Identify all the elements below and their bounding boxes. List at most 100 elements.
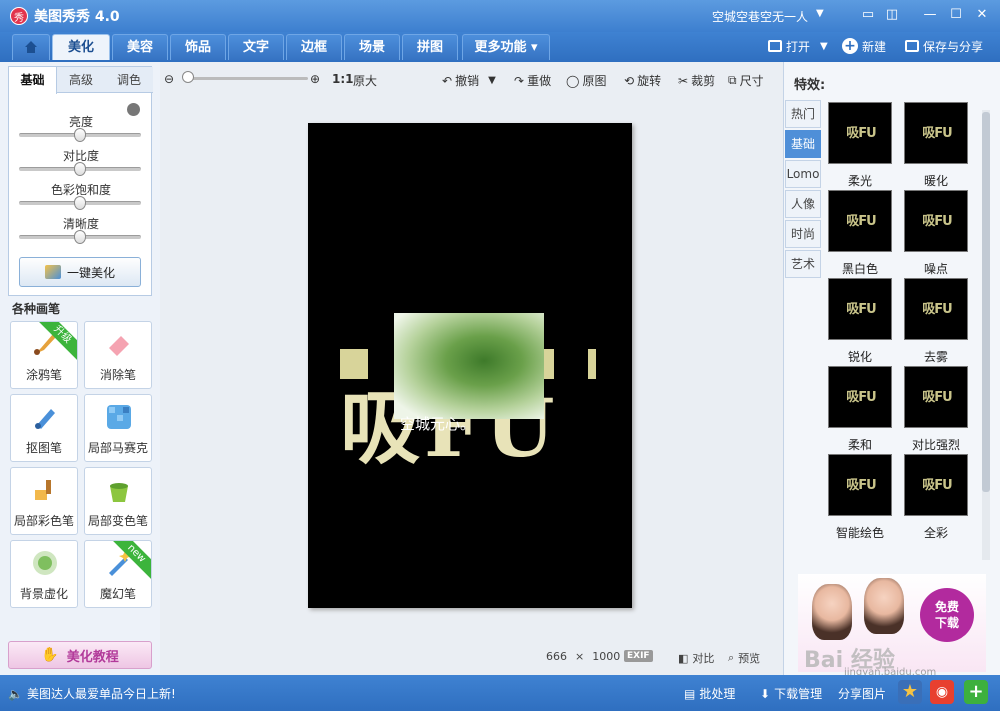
effect-label: 柔和 <box>847 438 872 452</box>
fx-tab-basic[interactable]: 基础 <box>785 130 821 158</box>
chevron-down-icon[interactable]: ▼ <box>816 8 824 19</box>
local-recolor-brush-button[interactable]: 局部变色笔 <box>84 467 152 535</box>
brightness-slider[interactable] <box>19 128 141 142</box>
magic-brush-button[interactable]: new 魔幻笔 <box>84 540 152 608</box>
exif-button[interactable]: EXIF <box>624 650 653 662</box>
rotate-button[interactable]: ⟲ 旋转 <box>624 72 661 89</box>
home-tab[interactable] <box>12 34 50 60</box>
close-button[interactable]: ✕ <box>972 6 992 24</box>
effect-high-contrast[interactable]: 吸FU <box>904 366 968 428</box>
fx-tab-art[interactable]: 艺术 <box>785 250 821 278</box>
crop-button[interactable]: ✂ 裁剪 <box>678 72 715 89</box>
tab-accessories[interactable]: 饰品 <box>170 34 226 60</box>
undo-button[interactable]: ↶ 撤销 ▼ <box>442 72 496 89</box>
photo-caption-text: 空城元心。 <box>400 415 476 433</box>
download-manager-button[interactable]: ⬇ 下载管理 <box>760 685 822 702</box>
mosaic-brush-button[interactable]: 局部马赛克 <box>84 394 152 462</box>
tab-collage[interactable]: 拼图 <box>402 34 458 60</box>
tab-beauty[interactable]: 美容 <box>112 34 168 60</box>
tab-text[interactable]: 文字 <box>228 34 284 60</box>
save-share-label: 保存与分享 <box>923 39 984 54</box>
compare-icon: ◧ <box>678 651 689 665</box>
zoom-in-icon[interactable]: ⊕ <box>310 72 320 86</box>
inserted-sticker-image[interactable] <box>394 313 544 419</box>
tab-frame[interactable]: 边框 <box>286 34 342 60</box>
add-icon[interactable]: + <box>964 680 988 704</box>
skin-icon[interactable]: ◫ <box>882 6 902 24</box>
minimize-button[interactable]: — <box>920 6 940 24</box>
effect-dehaze[interactable]: 吸FU <box>904 278 968 340</box>
background-blur-button[interactable]: 背景虚化 <box>10 540 78 608</box>
message-icon[interactable]: ▭ <box>858 6 878 24</box>
slider-knob[interactable] <box>74 162 86 176</box>
save-share-button[interactable]: 保存与分享 <box>905 36 983 56</box>
effect-full-color[interactable]: 吸FU <box>904 454 968 516</box>
saturation-slider[interactable] <box>19 196 141 210</box>
zoom-slider-knob[interactable] <box>182 71 194 83</box>
maximize-button[interactable]: ☐ <box>946 6 966 24</box>
effect-smart-color[interactable]: 吸FU <box>828 454 892 516</box>
preview-button[interactable]: ⌕ 预览 <box>728 650 760 666</box>
fx-tab-hot[interactable]: 热门 <box>785 100 821 128</box>
sharpness-slider[interactable] <box>19 230 141 244</box>
new-button[interactable]: + 新建 <box>842 36 886 56</box>
weibo-icon[interactable]: ◉ <box>930 680 954 704</box>
fx-tab-portrait[interactable]: 人像 <box>785 190 821 218</box>
tab-scene[interactable]: 场景 <box>344 34 400 60</box>
download-label: 下载管理 <box>774 687 823 701</box>
news-text: 美图达人最爱单品今日上新! <box>26 687 176 701</box>
resize-button[interactable]: ⧉ 尺寸 <box>728 72 764 89</box>
fx-tab-fashion[interactable]: 时尚 <box>785 220 821 248</box>
slider-knob[interactable] <box>74 128 86 142</box>
contrast-slider[interactable] <box>19 162 141 176</box>
free-download-button[interactable]: 免费 下载 <box>920 588 974 642</box>
app-window: 秀 美图秀秀 4.0 空城空巷空无一人 ▼ ▭ ◫ — ☐ ✕ 美化 美容 饰品… <box>0 0 1000 711</box>
redo-button[interactable]: ↷ 重做 <box>514 72 551 89</box>
paint-bucket-icon <box>110 483 128 502</box>
effect-soft-light[interactable]: 吸FU <box>828 102 892 164</box>
subtab-advanced[interactable]: 高级 <box>57 67 105 93</box>
paint-brush-icon <box>35 480 51 500</box>
effect-sharpen[interactable]: 吸FU <box>828 278 892 340</box>
adjust-subtabs: 基础 高级 调色 <box>9 67 153 94</box>
compare-button[interactable]: ◧ 对比 <box>678 650 714 666</box>
one-key-beautify-button[interactable]: 一键美化 <box>19 257 141 287</box>
scrollbar-thumb[interactable] <box>982 112 990 492</box>
tab-more[interactable]: 更多功能 ▾ <box>462 34 550 60</box>
original-image-button[interactable]: ◯ 原图 <box>566 72 606 89</box>
slider-knob[interactable] <box>74 196 86 210</box>
blur-icon <box>33 551 57 575</box>
cutout-brush-button[interactable]: 抠图笔 <box>10 394 78 462</box>
zoom-slider[interactable] <box>188 77 308 80</box>
ratio-button[interactable]: 1:1 <box>332 72 354 86</box>
local-color-brush-button[interactable]: 局部彩色笔 <box>10 467 78 535</box>
chevron-down-icon: ▼ <box>820 40 828 52</box>
subtab-basic[interactable]: 基础 <box>9 67 57 94</box>
effects-scrollbar[interactable] <box>982 110 990 560</box>
star-icon[interactable]: ★ <box>898 680 922 704</box>
news-link[interactable]: 🔈 美图达人最爱单品今日上新! <box>8 685 176 702</box>
zoom-out-icon[interactable]: ⊖ <box>164 72 174 86</box>
effect-soft[interactable]: 吸FU <box>828 366 892 428</box>
effect-black-white[interactable]: 吸FU <box>828 190 892 252</box>
doodle-brush-button[interactable]: 升级 涂鸦笔 <box>10 321 78 389</box>
effect-thumb: 吸FU <box>922 390 952 405</box>
effect-noise[interactable]: 吸FU <box>904 190 968 252</box>
effect-warm[interactable]: 吸FU <box>904 102 968 164</box>
original-size-button[interactable]: 原大 <box>353 72 377 89</box>
slider-knob[interactable] <box>74 230 86 244</box>
edited-photo[interactable]: 吸FU 空城元心。 <box>308 123 632 608</box>
crop-label: 裁剪 <box>691 74 716 88</box>
share-image-button[interactable]: 分享图片 <box>838 685 886 702</box>
ad-banner[interactable]: 免费 下载 Bai 经验 jingyan.baidu.com <box>798 574 986 678</box>
mosaic-icon <box>107 405 131 429</box>
subtab-color[interactable]: 调色 <box>105 67 153 93</box>
batch-button[interactable]: ▤ 批处理 <box>684 685 735 702</box>
eraser-brush-button[interactable]: 消除笔 <box>84 321 152 389</box>
effect-label: 暖化 <box>923 174 948 188</box>
user-name[interactable]: 空城空巷空无一人 <box>712 8 808 25</box>
tab-beautify[interactable]: 美化 <box>52 34 110 60</box>
fx-tab-lomo[interactable]: Lomo <box>785 160 821 188</box>
tutorial-button[interactable]: ✋ 美化教程 <box>8 641 152 669</box>
open-button[interactable]: 打开 ▼ <box>768 36 828 56</box>
